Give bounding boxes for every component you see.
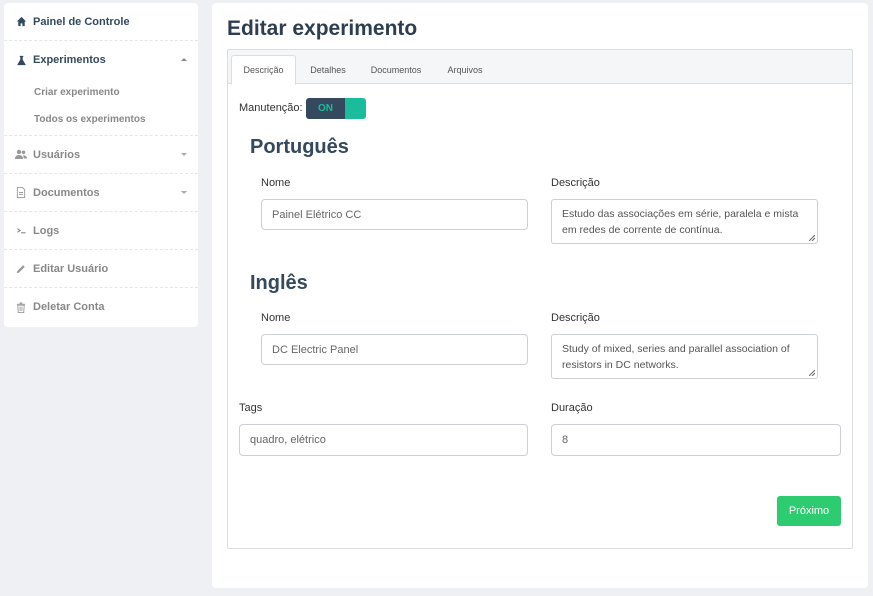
chevron-down-icon [181, 152, 187, 156]
en-desc-text: Study of mixed, series and parallel asso… [562, 343, 790, 371]
english-heading: Inglês [250, 272, 308, 294]
chevron-up-icon [181, 58, 187, 61]
sidebar-item-experimentos[interactable]: Experimentos [4, 41, 198, 79]
sidebar: Painel de Controle Experimentos Criar ex… [4, 3, 198, 327]
page-title: Editar experimento [227, 17, 418, 40]
tab-detalhes[interactable]: Detalhes [300, 55, 356, 85]
sidebar-item-label: Painel de Controle [33, 15, 130, 28]
pt-desc-textarea[interactable]: Estudo das associações em série, paralel… [551, 199, 818, 244]
sidebar-item-label: Experimentos [33, 54, 106, 66]
users-icon [15, 149, 27, 161]
pt-desc-label: Descrição [551, 177, 600, 189]
sidebar-item-label: Deletar Conta [33, 301, 105, 313]
sidebar-item-label: Logs [33, 224, 60, 237]
en-desc-label: Descrição [551, 312, 600, 324]
maintenance-label: Manutenção: [239, 102, 303, 114]
tags-label: Tags [239, 402, 263, 414]
experimentos-submenu: Criar experimento Todos os experimentos [4, 79, 198, 136]
resize-handle-icon[interactable] [809, 370, 815, 376]
sidebar-item-painel[interactable]: Painel de Controle [4, 3, 198, 41]
sidebar-item-label: Editar Usuário [33, 262, 109, 275]
pt-name-label: Nome [261, 177, 291, 189]
sidebar-item-label: Documentos [33, 186, 100, 199]
sidebar-item-usuarios[interactable]: Usuários [4, 136, 198, 174]
sidebar-item-documentos[interactable]: Documentos [4, 174, 198, 212]
pencil-icon [15, 263, 27, 275]
portuguese-heading: Português [250, 136, 349, 158]
trash-icon [15, 301, 27, 313]
edit-panel: Descrição Detalhes Documentos Arquivos M… [227, 49, 853, 549]
pt-name-input[interactable]: Painel Elétrico CC [261, 199, 528, 230]
terminal-icon [15, 225, 27, 237]
flask-icon [15, 54, 27, 66]
sidebar-item-deletar-conta[interactable]: Deletar Conta [4, 288, 198, 326]
next-button[interactable]: Próximo [777, 496, 841, 526]
tags-input[interactable]: quadro, elétrico [239, 424, 528, 456]
chevron-down-icon [181, 190, 187, 194]
toggle-state: ON [306, 98, 345, 119]
sidebar-item-editar-usuario[interactable]: Editar Usuário [4, 250, 198, 288]
en-name-input[interactable]: DC Electric Panel [261, 334, 528, 365]
main-content: Editar experimento Descrição Detalhes Do… [212, 3, 868, 588]
pt-desc-text: Estudo das associações em série, paralel… [562, 208, 799, 236]
tab-arquivos[interactable]: Arquivos [436, 55, 494, 85]
tab-descricao[interactable]: Descrição [231, 55, 296, 85]
en-name-label: Nome [261, 312, 291, 324]
sidebar-item-logs[interactable]: Logs [4, 212, 198, 250]
sidebar-subitem-todos[interactable]: Todos os experimentos [4, 106, 198, 133]
sidebar-item-label: Usuários [33, 148, 81, 161]
sidebar-subitem-criar[interactable]: Criar experimento [4, 79, 198, 106]
en-desc-textarea[interactable]: Study of mixed, series and parallel asso… [551, 334, 818, 379]
resize-handle-icon[interactable] [809, 235, 815, 241]
home-icon [15, 16, 27, 28]
duration-input[interactable]: 8 [551, 424, 841, 456]
maintenance-toggle[interactable]: ON [306, 98, 366, 119]
toggle-knob [345, 98, 366, 119]
document-icon [15, 187, 27, 199]
duration-label: Duração [551, 402, 593, 414]
tab-documentos[interactable]: Documentos [361, 55, 431, 85]
tab-bar: Descrição Detalhes Documentos Arquivos [228, 50, 852, 85]
